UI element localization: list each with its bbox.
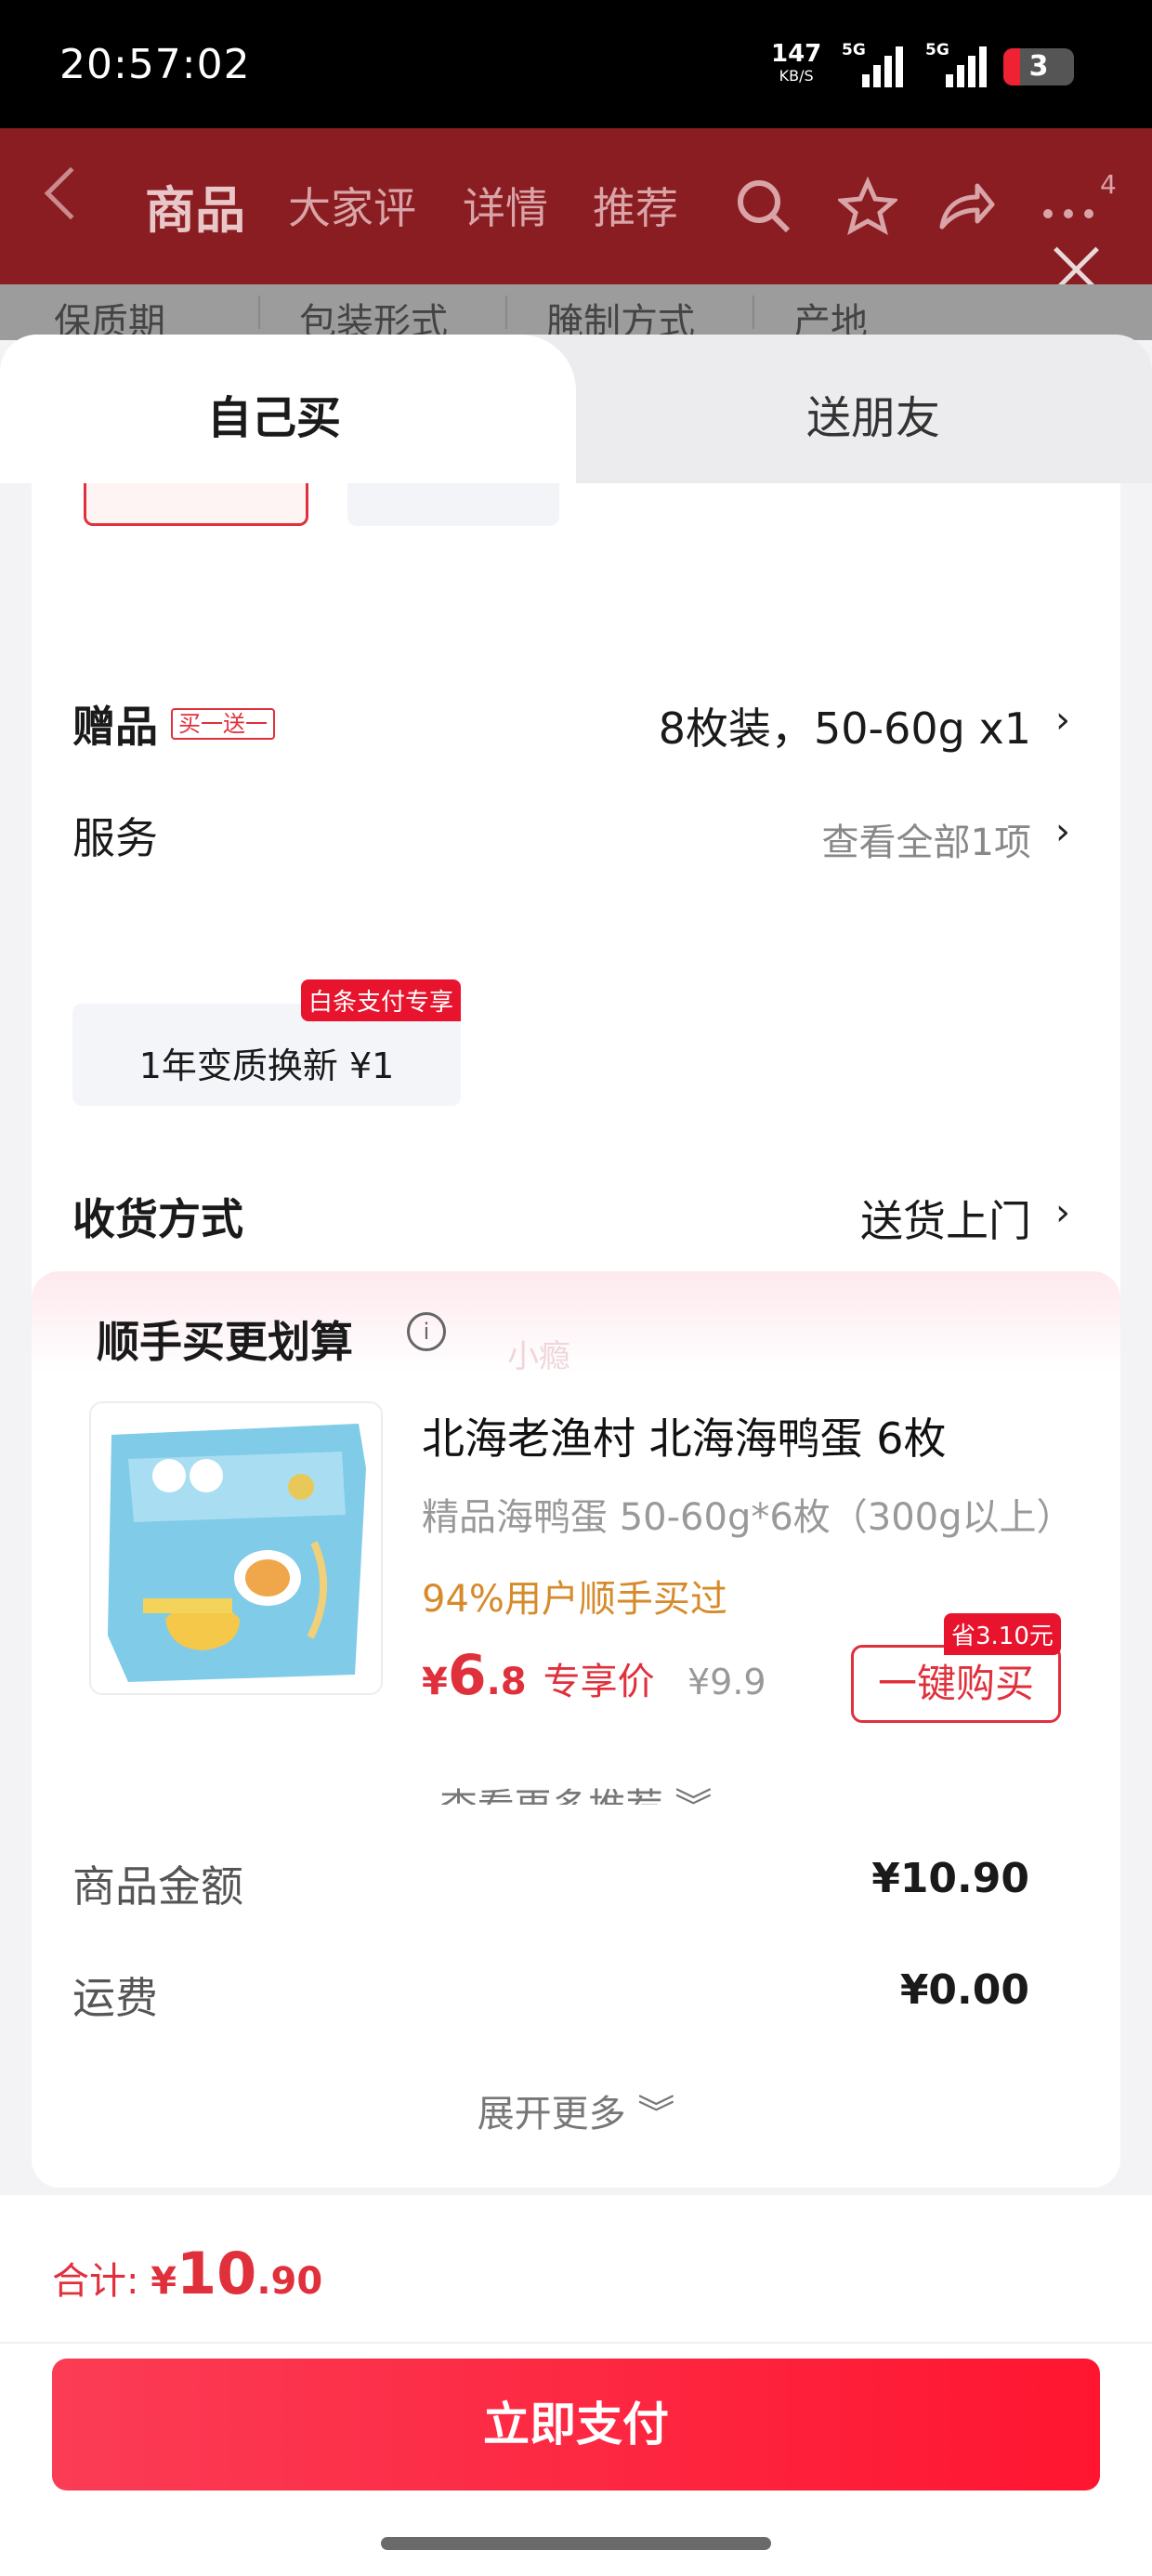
gift-label: 赠品: [72, 702, 158, 752]
recommend-title: 顺手买更划算: [97, 1317, 353, 1367]
delivery-value: 送货上门: [860, 1196, 1031, 1246]
price-integer: 6: [447, 1643, 487, 1708]
more-icon[interactable]: [1039, 177, 1098, 236]
gift-value: 8枚装，50-60g x1: [658, 703, 1031, 754]
divider: [0, 2342, 1152, 2344]
spec-chip[interactable]: [347, 483, 559, 526]
service-option-ribbon: 白条支付专享: [300, 979, 461, 1021]
watermark: 小瘾: [507, 1338, 570, 1375]
share-icon[interactable]: [936, 177, 996, 236]
one-click-buy-button[interactable]: 一键购买: [851, 1645, 1061, 1723]
service-option-text: 1年变质换新 ¥1: [138, 1045, 395, 1086]
expand-more-link[interactable]: 展开更多 ︾: [32, 2083, 1120, 2137]
service-link: 查看全部1项: [821, 821, 1031, 864]
gift-row[interactable]: 赠品 买一送一 8枚装，50-60g x1 ›: [72, 682, 1080, 754]
buy-self-label: 自己买: [206, 392, 341, 444]
price-label: 专享价: [543, 1661, 655, 1703]
chevron-right-icon: ›: [1055, 699, 1070, 742]
exclusive-price: ¥6.8 专享价: [422, 1643, 655, 1708]
product-nav-bar: 商品 大家评 详情 推荐 4: [0, 128, 1152, 292]
shipping-label: 运费: [72, 1973, 158, 2023]
battery-icon: 3: [1003, 48, 1074, 85]
status-time: 20:57:02: [59, 41, 251, 88]
items-amount-label: 商品金额: [72, 1861, 243, 1912]
items-amount-value: ¥10.90: [871, 1855, 1029, 1902]
price-summary-card: 商品金额 ¥10.90 运费 ¥0.00 展开更多 ︾: [32, 1805, 1120, 2188]
checkout-footer: 合计: ¥10.90 立即支付: [0, 2195, 1152, 2576]
tab-buy-gift[interactable]: 送朋友: [595, 381, 1152, 446]
home-indicator[interactable]: [381, 2537, 771, 2550]
sim1-label: 5G: [842, 41, 866, 59]
back-icon[interactable]: [44, 166, 98, 220]
spec-chip-selected[interactable]: [84, 483, 308, 526]
tab-details[interactable]: 详情: [463, 175, 548, 236]
pay-now-button[interactable]: 立即支付: [52, 2359, 1100, 2491]
items-amount-row: 商品金额 ¥10.90: [72, 1842, 1080, 1912]
signal-icon: 5G: [842, 41, 903, 87]
status-bar: 20:57:02 147 KB/S 5G 5G 3: [0, 0, 1152, 128]
purchase-sheet: 自己买 送朋友 赠品 买一送一 8枚装，50-60g x1 › 服务 查看全部1…: [0, 335, 1152, 2576]
star-icon[interactable]: [835, 176, 900, 236]
gift-tag: 买一送一: [171, 708, 275, 740]
net-speed-value: 147: [771, 40, 822, 68]
total-label: 合计:: [52, 2260, 151, 2303]
net-speed: 147 KB/S: [771, 40, 822, 87]
delivery-row[interactable]: 收货方式 送货上门 ›: [72, 1175, 1080, 1246]
tab-reviews[interactable]: 大家评: [288, 175, 416, 236]
price-currency: ¥: [422, 1661, 448, 1703]
bought-stat: 94%用户顺手买过: [422, 1578, 727, 1621]
more-badge: 4: [1100, 169, 1117, 200]
service-label: 服务: [72, 813, 158, 863]
battery-level: 3: [1028, 50, 1049, 83]
tab-buy-self[interactable]: 自己买: [0, 335, 576, 483]
original-price: ¥9.9: [687, 1662, 766, 1702]
signal-icon-2: 5G: [925, 41, 987, 87]
shipping-row: 运费 ¥0.00: [72, 1953, 1080, 2023]
total-currency: ¥: [151, 2260, 177, 2303]
chevron-right-icon: ›: [1055, 810, 1070, 853]
price-decimal: .8: [486, 1661, 527, 1703]
tab-recommend[interactable]: 推荐: [593, 175, 678, 236]
product-image[interactable]: [89, 1401, 383, 1695]
delivery-label: 收货方式: [72, 1194, 243, 1244]
order-total: 合计: ¥10.90: [52, 2240, 322, 2307]
save-tag: 省3.10元: [944, 1613, 1061, 1655]
search-icon[interactable]: [734, 177, 793, 236]
service-option[interactable]: 1年变质换新 ¥1 白条支付专享: [72, 979, 461, 1106]
chevron-right-icon: ›: [1055, 1191, 1070, 1234]
tab-product[interactable]: 商品: [145, 169, 245, 243]
buy-mode-switch: 自己买 送朋友: [0, 335, 1152, 483]
product-subtitle: 精品海鸭蛋 50-60g*6枚（300g以上）: [422, 1496, 1074, 1539]
sim2-label: 5G: [925, 41, 949, 59]
recommend-card: 顺手买更划算 i 小瘾 北海老渔村 北海海鸭蛋 6枚 精品海鸭蛋 50-60g*…: [32, 1271, 1120, 1885]
spec-row: 保质期 包装形式 腌制方式 产地: [0, 284, 1152, 344]
product-title[interactable]: 北海老渔村 北海海鸭蛋 6枚: [422, 1405, 947, 1466]
total-decimal: .90: [256, 2260, 323, 2303]
net-speed-unit: KB/S: [779, 67, 814, 85]
info-icon[interactable]: i: [407, 1312, 446, 1351]
total-integer: 10: [177, 2240, 257, 2307]
service-row[interactable]: 服务 查看全部1项 ›: [72, 794, 1080, 864]
shipping-value: ¥0.00: [899, 1966, 1029, 2014]
